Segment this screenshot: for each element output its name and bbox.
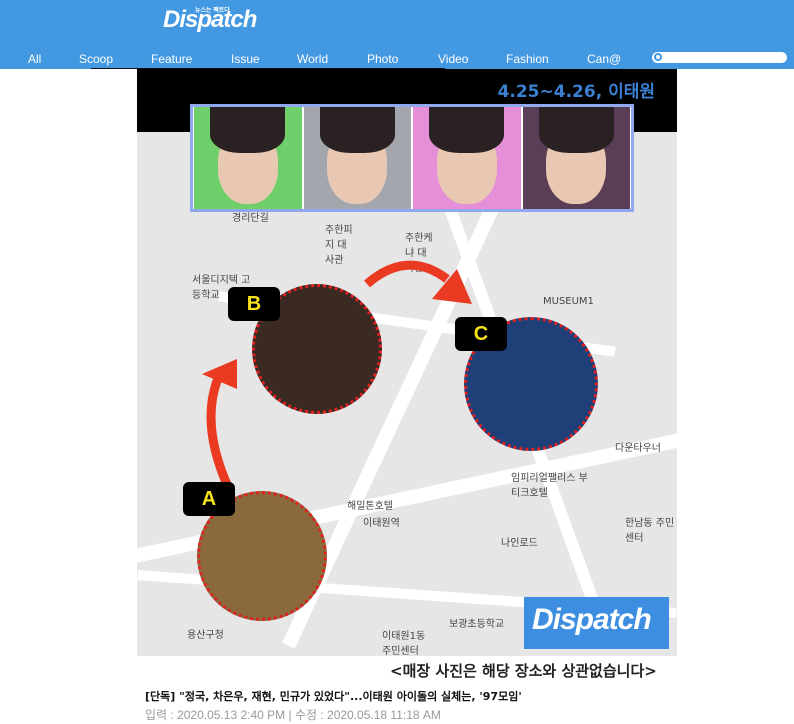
nav-can[interactable]: Can@	[587, 52, 621, 66]
nav-world[interactable]: World	[297, 52, 328, 66]
nav-scoop[interactable]: Scoop	[79, 52, 113, 66]
article-title[interactable]: [단독] "정국, 차은우, 재현, 민규가 있었다"...이태원 아이돌의 실…	[145, 688, 522, 704]
nav-video[interactable]: Video	[438, 52, 468, 66]
nav-all[interactable]: All	[28, 52, 41, 66]
article-timestamp: 입력 : 2020.05.13 2:40 PM | 수정 : 2020.05.1…	[145, 708, 441, 722]
search-input[interactable]	[652, 52, 787, 63]
nav-issue[interactable]: Issue	[231, 52, 260, 66]
nav-feature[interactable]: Feature	[151, 52, 192, 66]
dispatch-logo[interactable]: Dispatch 뉴스는 팩트다	[163, 6, 257, 34]
marker-a: A	[183, 482, 235, 516]
marker-b: B	[228, 287, 280, 321]
nav-fashion[interactable]: Fashion	[506, 52, 549, 66]
marker-c: C	[455, 317, 507, 351]
site-header: Dispatch 뉴스는 팩트다 All Scoop Feature Issue …	[0, 0, 794, 69]
article-image: 4.25~4.26, 이태원 경리단길 주한피지 대사관 주한케냐 대사관 서울…	[137, 69, 677, 656]
dispatch-watermark: Dispatch	[524, 597, 669, 649]
image-caption: <매장 사진은 해당 장소와 상관없습니다>	[390, 662, 657, 680]
nav-photo[interactable]: Photo	[367, 52, 398, 66]
search-icon	[654, 53, 662, 61]
